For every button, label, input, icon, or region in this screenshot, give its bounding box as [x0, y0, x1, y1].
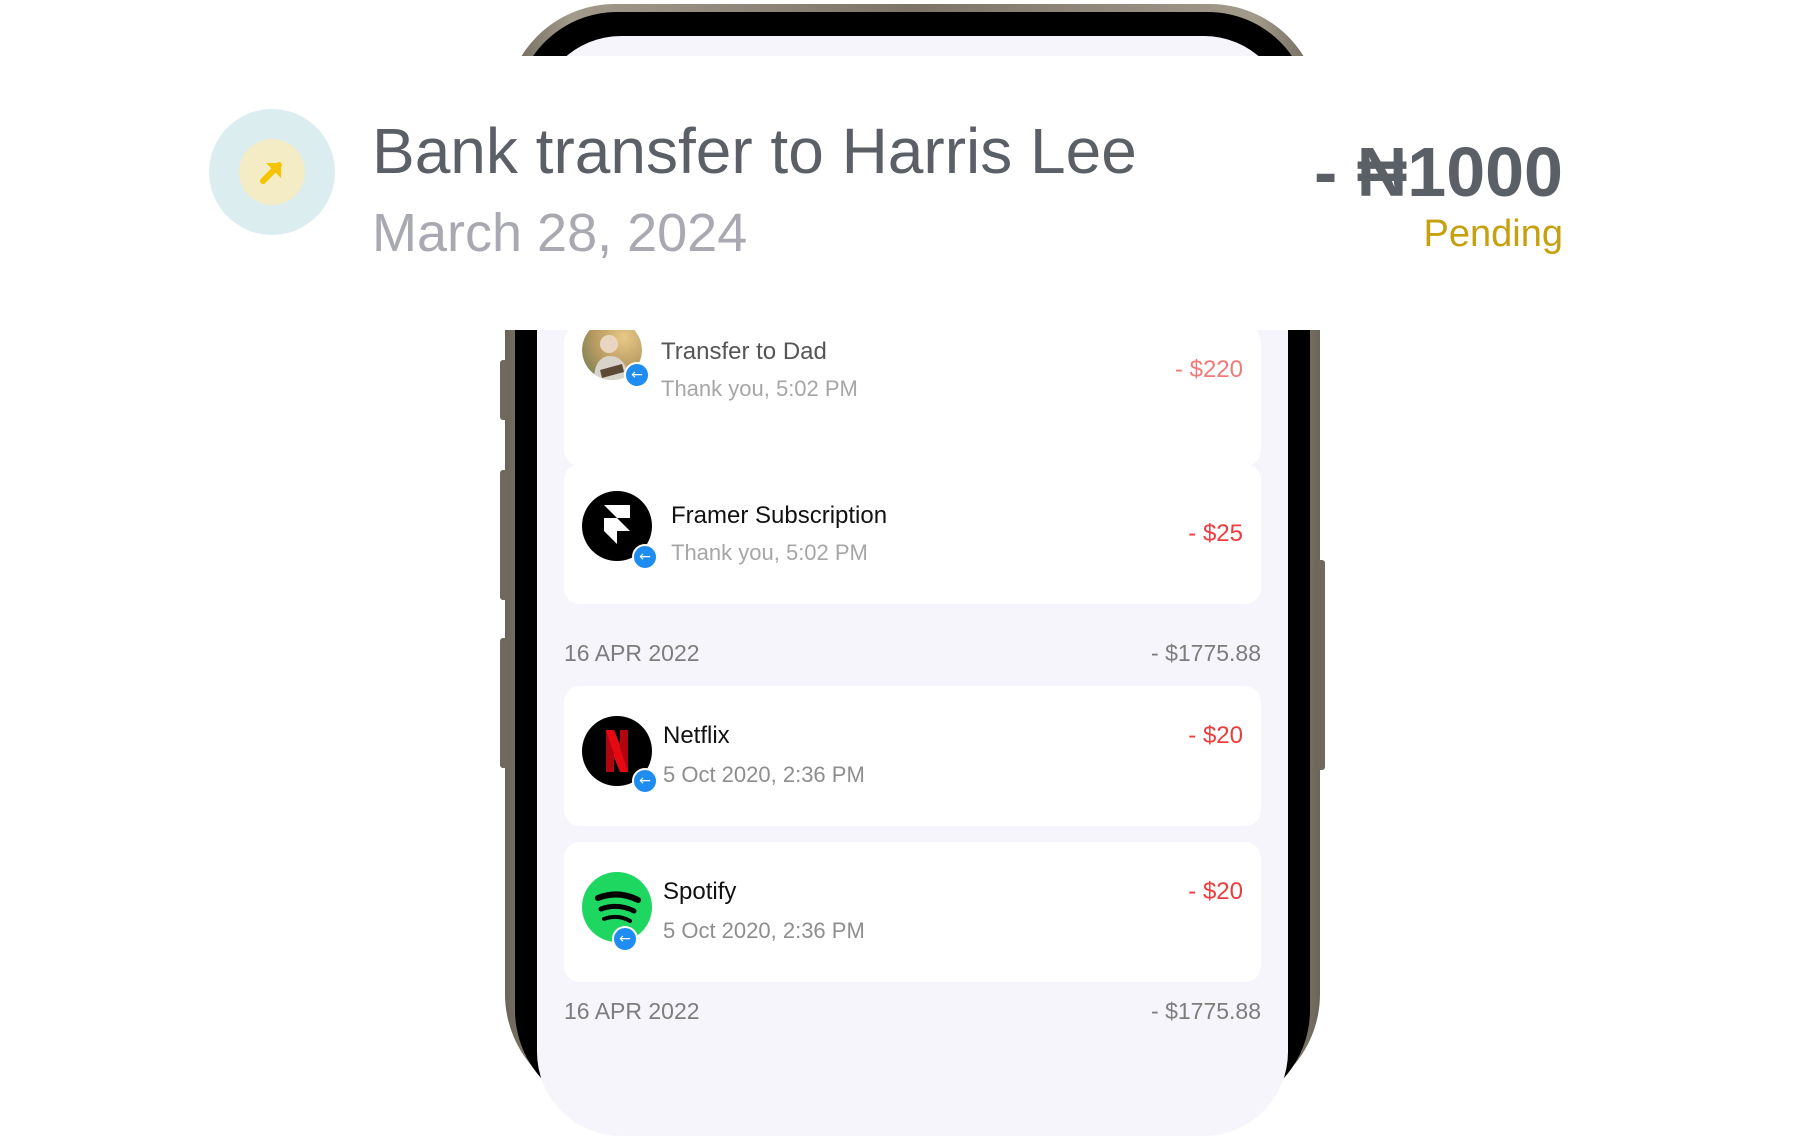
- transaction-amount: - ₦1000: [1313, 133, 1563, 211]
- transaction-status-icon-bg: [239, 139, 305, 205]
- date-group-total: - $1775.88: [1151, 998, 1261, 1024]
- date-group-total: - $1775.88: [1151, 640, 1261, 666]
- arrow-left-icon: ←: [632, 768, 658, 794]
- arrow-left-icon: ←: [624, 362, 650, 388]
- transaction-subtitle: 5 Oct 2020, 2:36 PM: [663, 762, 865, 787]
- transaction-status-icon-container: [209, 109, 335, 235]
- date-group-date: 16 APR 2022: [564, 998, 700, 1024]
- phone-volume-down-button: [500, 638, 508, 768]
- transaction-card-spotify[interactable]: ← Spotify 5 Oct 2020, 2:36 PM - $20: [564, 842, 1261, 982]
- transaction-subtitle: 5 Oct 2020, 2:36 PM: [663, 918, 865, 943]
- transaction-card-transfer-to-dad[interactable]: ← Transfer to Dad Thank you, 5:02 PM - $…: [564, 320, 1261, 466]
- arrow-up-right-icon: [260, 162, 282, 184]
- transaction-name: Transfer to Dad: [661, 338, 827, 365]
- transaction-name: Netflix: [663, 722, 730, 749]
- transaction-name: Framer Subscription: [671, 502, 888, 529]
- transaction-title: Bank transfer to Harris Lee: [372, 115, 1137, 187]
- transaction-amount: - $20: [1188, 878, 1243, 905]
- transaction-amount: - $20: [1188, 722, 1243, 749]
- transaction-amount: - $220: [1174, 356, 1243, 383]
- transaction-amount: - $25: [1188, 520, 1243, 547]
- arrow-left-icon: ←: [612, 926, 638, 952]
- transaction-subtitle: Thank you, 5:02 PM: [661, 376, 858, 401]
- arrow-left-icon: ←: [632, 544, 658, 570]
- date-group-header: 16 APR 2022 - $1775.88: [564, 640, 1261, 667]
- transaction-date: March 28, 2024: [372, 203, 748, 263]
- transaction-subtitle: Thank you, 5:02 PM: [671, 540, 868, 565]
- transaction-name: Spotify: [663, 878, 737, 905]
- phone-volume-up-button: [500, 470, 508, 600]
- status-badge: Pending: [1423, 213, 1563, 255]
- transaction-detail-header: Bank transfer to Harris Lee March 28, 20…: [0, 56, 1819, 330]
- transaction-card-netflix[interactable]: ← Netflix 5 Oct 2020, 2:36 PM - $20: [564, 686, 1261, 826]
- transaction-card-framer[interactable]: ← Framer Subscription Thank you, 5:02 PM…: [564, 464, 1261, 604]
- phone-power-button: [1317, 560, 1325, 770]
- date-group-header: 16 APR 2022 - $1775.88: [564, 998, 1261, 1025]
- phone-side-button: [500, 360, 508, 420]
- date-group-date: 16 APR 2022: [564, 640, 700, 666]
